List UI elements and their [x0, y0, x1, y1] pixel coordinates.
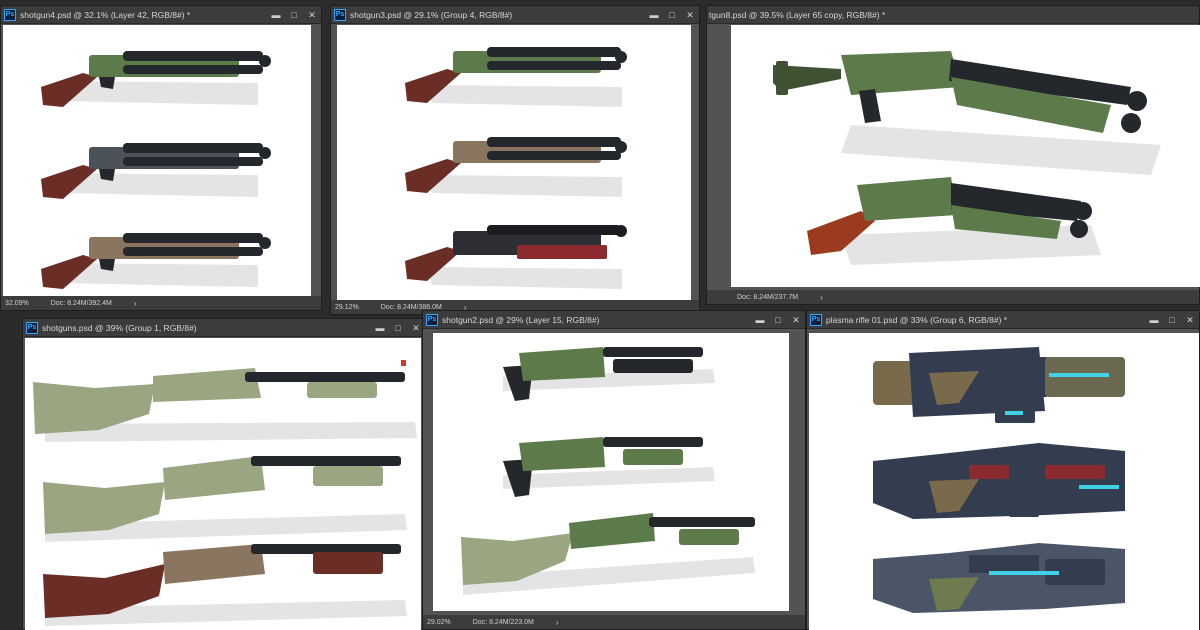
sawed-off-tan	[41, 233, 271, 289]
minimize-button[interactable]: ▬	[267, 6, 285, 24]
combat-shotgun-folding-stock	[773, 51, 1161, 175]
canvas[interactable]	[433, 333, 789, 611]
artwork-pump-shotguns	[33, 360, 417, 626]
sawed-off-black-red	[405, 225, 627, 289]
maximize-button[interactable]: □	[285, 6, 303, 24]
document-window-shotguns[interactable]: Ps shotguns.psd @ 39% (Group 1, RGB/8#) …	[22, 318, 426, 630]
title-bar[interactable]: Ps shotgun2.psd @ 29% (Layer 15, RGB/8#)…	[423, 311, 805, 329]
maximize-button[interactable]: □	[663, 6, 681, 24]
document-title: shotguns.psd @ 39% (Group 1, RGB/8#)	[42, 322, 197, 333]
canvas[interactable]	[731, 25, 1200, 287]
title-bar[interactable]: Ps plasma rifle 01.psd @ 33% (Group 6, R…	[807, 311, 1199, 329]
plasma-rifle-olive	[873, 543, 1125, 613]
document-title: shotgun3.psd @ 29.1% (Group 4, RGB/8#)	[350, 9, 513, 20]
photoshop-icon: Ps	[26, 321, 38, 334]
title-bar[interactable]: Ps shotgun3.psd @ 29.1% (Group 4, RGB/8#…	[331, 6, 699, 24]
artwork-plasma-rifles	[873, 347, 1125, 613]
sawed-off-green	[41, 51, 271, 107]
document-size: Doc: 8.24M/223.0M	[472, 618, 534, 626]
artwork-combat-shotguns	[773, 51, 1161, 265]
photoshop-icon: Ps	[334, 8, 346, 21]
zoom-level[interactable]: 29.02%	[427, 619, 451, 626]
close-button[interactable]: ✕	[681, 6, 699, 24]
maximize-button[interactable]: □	[389, 319, 407, 337]
minimize-button[interactable]: ▬	[645, 6, 663, 24]
photoshop-icon: Ps	[4, 8, 16, 21]
document-window-shotgun4[interactable]: Ps shotgun4.psd @ 32.1% (Layer 42, RGB/8…	[0, 5, 322, 311]
status-menu-arrow-icon[interactable]: ›	[134, 299, 137, 308]
status-bar: 32.09% Doc: 8.24M/392.4M ›	[1, 296, 321, 310]
document-size: Doc: 8.24M/237.7M	[737, 293, 799, 301]
status-menu-arrow-icon[interactable]: ›	[556, 618, 559, 627]
close-button[interactable]: ✕	[303, 6, 321, 24]
artwork-compact-shotguns	[461, 347, 755, 595]
compact-shotgun-pistol-grip-2	[503, 437, 715, 497]
status-bar: 29.02% Doc: 8.24M/223.0M ›	[423, 615, 805, 629]
sawed-off-pump-walnut	[807, 177, 1101, 265]
close-button[interactable]: ✕	[1181, 311, 1199, 329]
sawed-off-green	[405, 47, 627, 107]
maximize-button[interactable]: □	[769, 311, 787, 329]
document-window-shotgun2[interactable]: Ps shotgun2.psd @ 29% (Layer 15, RGB/8#)…	[422, 310, 806, 630]
plasma-rifle-tan	[873, 347, 1125, 423]
maximize-button[interactable]: □	[1163, 311, 1181, 329]
document-window-plasma-rifle[interactable]: Ps plasma rifle 01.psd @ 33% (Group 6, R…	[806, 310, 1200, 630]
full-stock-shotgun-olive	[461, 513, 755, 595]
pump-shotgun-walnut	[43, 544, 407, 626]
artwork-shotgun-variants	[405, 47, 627, 289]
artwork-shotgun-variants	[41, 51, 271, 289]
close-button[interactable]: ✕	[787, 311, 805, 329]
canvas[interactable]	[25, 338, 421, 630]
sawed-off-gunmetal	[41, 143, 271, 199]
zoom-level[interactable]: 29.12%	[335, 304, 359, 311]
title-bar[interactable]: tgun8.psd @ 39.5% (Layer 65 copy, RGB/8#…	[707, 6, 1199, 24]
pump-shotgun-olive	[33, 360, 417, 442]
sawed-off-tan	[405, 137, 627, 197]
document-window-shotgun3[interactable]: Ps shotgun3.psd @ 29.1% (Group 4, RGB/8#…	[330, 5, 700, 315]
canvas[interactable]	[337, 25, 691, 301]
photoshop-icon: Ps	[426, 313, 438, 326]
document-size: Doc: 8.24M/392.4M	[50, 299, 112, 307]
minimize-button[interactable]: ▬	[371, 319, 389, 337]
pump-shotgun-olive-2	[43, 456, 407, 542]
document-window-shotgun8[interactable]: tgun8.psd @ 39.5% (Layer 65 copy, RGB/8#…	[706, 5, 1200, 305]
document-title: tgun8.psd @ 39.5% (Layer 65 copy, RGB/8#…	[709, 9, 886, 20]
status-menu-arrow-icon[interactable]: ›	[820, 293, 823, 302]
document-title: shotgun2.psd @ 29% (Layer 15, RGB/8#)	[442, 314, 600, 325]
zoom-level[interactable]: 32.09%	[5, 300, 29, 307]
document-title: plasma rifle 01.psd @ 33% (Group 6, RGB/…	[826, 314, 1008, 325]
minimize-button[interactable]: ▬	[1145, 311, 1163, 329]
compact-shotgun-pistol-grip	[503, 347, 715, 401]
title-bar[interactable]: Ps shotgun4.psd @ 32.1% (Layer 42, RGB/8…	[1, 6, 321, 24]
status-bar: Doc: 8.24M/237.7M ›	[707, 290, 1199, 304]
document-title: shotgun4.psd @ 32.1% (Layer 42, RGB/8#) …	[20, 9, 191, 20]
canvas[interactable]	[809, 333, 1199, 630]
canvas[interactable]	[3, 25, 311, 297]
photoshop-icon: Ps	[810, 313, 822, 326]
title-bar[interactable]: Ps shotguns.psd @ 39% (Group 1, RGB/8#) …	[23, 319, 425, 337]
plasma-rifle-red	[873, 443, 1125, 519]
minimize-button[interactable]: ▬	[751, 311, 769, 329]
